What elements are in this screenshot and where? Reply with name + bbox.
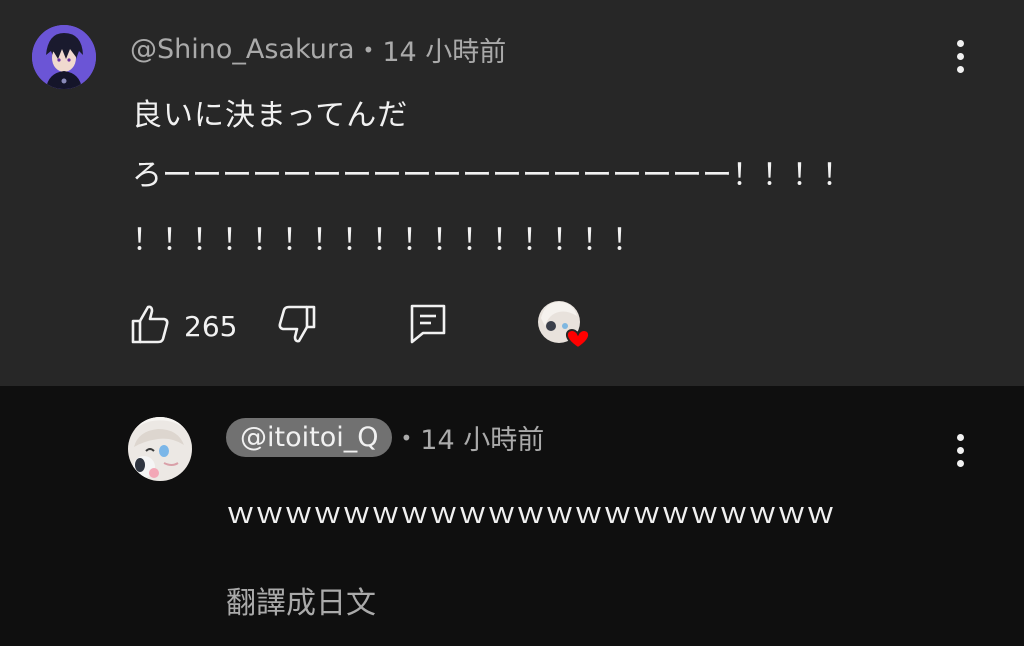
dot-icon bbox=[956, 39, 964, 47]
reply-meta: @itoitoi_Q • 14 小時前 bbox=[226, 418, 544, 457]
comment-timestamp[interactable]: 14 小時前 bbox=[382, 30, 506, 69]
top-comment-meta: @Shino_Asakura • 14 小時前 bbox=[130, 30, 506, 69]
dot-icon bbox=[956, 433, 964, 441]
commenter-avatar[interactable] bbox=[32, 25, 96, 89]
creator-heart bbox=[537, 300, 599, 352]
heart-icon bbox=[538, 301, 591, 350]
translate-link[interactable]: 翻譯成日文 bbox=[226, 578, 376, 622]
reply-button[interactable] bbox=[409, 303, 447, 349]
meta-separator: • bbox=[400, 425, 413, 450]
meta-separator: • bbox=[362, 37, 375, 62]
comment-text-line-2: ろーーーーーーーーーーーーーーーーーーー！！！！ bbox=[132, 158, 852, 193]
dislike-button[interactable] bbox=[277, 303, 317, 349]
reply-more-options-button[interactable] bbox=[940, 430, 980, 470]
thumbs-up-icon bbox=[131, 305, 169, 344]
comment-text-line-1: 良いに決まってんだ bbox=[132, 98, 409, 133]
dot-icon bbox=[956, 459, 964, 467]
dot-icon bbox=[956, 446, 964, 454]
dot-icon bbox=[956, 52, 964, 60]
commenter-handle[interactable]: @Shino_Asakura bbox=[130, 34, 355, 65]
reply-comment: @itoitoi_Q • 14 小時前 ｗｗｗｗｗｗｗｗｗｗｗｗｗｗｗｗｗｗｗｗ… bbox=[0, 386, 1024, 646]
comment-text-line-3: ！！！！！！！！！！！！！！！！！ bbox=[132, 223, 642, 258]
reply-handle[interactable]: @itoitoi_Q bbox=[226, 418, 393, 457]
more-options-button[interactable] bbox=[940, 36, 980, 76]
reply-timestamp[interactable]: 14 小時前 bbox=[420, 418, 544, 457]
comment-actions: 265 bbox=[130, 300, 599, 352]
avatar-illustration bbox=[32, 25, 96, 89]
reply-icon bbox=[411, 304, 446, 344]
top-comment: @Shino_Asakura • 14 小時前 良いに決まってんだ ろーーーーー… bbox=[0, 0, 1024, 386]
avatar-illustration bbox=[128, 417, 192, 481]
thumbs-down-icon bbox=[278, 305, 316, 343]
reply-avatar[interactable] bbox=[128, 417, 192, 481]
like-button[interactable] bbox=[130, 303, 170, 349]
like-count: 265 bbox=[184, 309, 238, 343]
dot-icon bbox=[956, 65, 964, 73]
reply-text: ｗｗｗｗｗｗｗｗｗｗｗｗｗｗｗｗｗｗｗｗｗ bbox=[226, 496, 836, 530]
